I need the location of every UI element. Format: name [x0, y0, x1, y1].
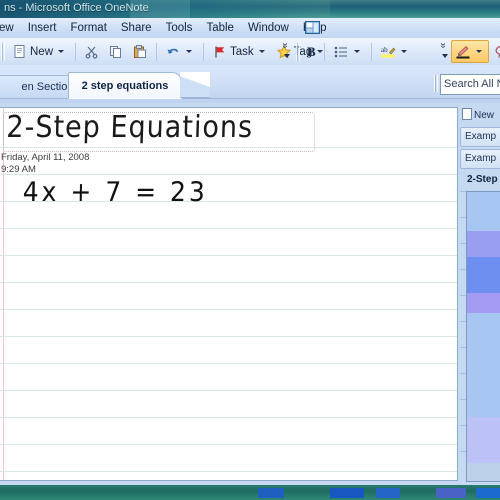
undo-arrow-icon — [167, 48, 179, 54]
page-date: Friday, April 11, 2008 — [1, 152, 90, 163]
search-input[interactable]: Search All N — [440, 74, 500, 95]
lasso-select-button[interactable] — [489, 40, 500, 63]
page-tab-band-1[interactable] — [466, 191, 500, 232]
highlight-chevron-down-icon[interactable] — [400, 50, 407, 53]
page-tab-band-7[interactable] — [466, 463, 500, 482]
toolbar-separator-2 — [156, 42, 158, 61]
paste-button[interactable] — [128, 40, 152, 63]
page-tab-example-2[interactable]: Examp — [460, 149, 500, 169]
new-page-icon — [14, 44, 25, 58]
toolbar-overflow-icon[interactable] — [282, 43, 293, 61]
new-page-button[interactable]: New — [460, 107, 500, 125]
undo-chevron-down-icon[interactable] — [186, 50, 193, 53]
equation-ink: 4x + 7 = 23 — [22, 176, 209, 208]
taskbar-chip-3[interactable] — [376, 488, 400, 498]
page-tab-example-1[interactable]: Examp — [460, 127, 500, 147]
toolbar-overflow-icon-2[interactable] — [440, 43, 451, 61]
page-canvas-area: 2-Step Equations Friday, April 11, 2008 … — [0, 103, 500, 485]
bold-button-label: B — [307, 43, 316, 59]
page-time: 9:29 AM — [1, 164, 36, 175]
copy-button[interactable] — [104, 40, 128, 63]
toolbar-separator-5 — [370, 42, 372, 61]
lasso-select-icon — [495, 45, 500, 58]
menu-item-table[interactable]: Table — [199, 20, 241, 36]
taskbar-chip-1[interactable] — [258, 488, 284, 498]
bold-button[interactable]: B — [303, 40, 320, 63]
page-tab-band-6[interactable] — [466, 417, 500, 463]
window-title-bar: ns - Microsoft Office OneNote — [0, 0, 500, 18]
new-page-label: New — [474, 110, 495, 121]
taskbar-chip-4[interactable] — [436, 488, 466, 498]
pen-icon — [456, 45, 470, 58]
svg-text:ab: ab — [381, 46, 388, 54]
paste-icon — [134, 44, 147, 58]
new-page-doc-icon — [462, 108, 472, 120]
undo-button[interactable] — [161, 40, 199, 63]
toolbar-grip-left[interactable] — [1, 42, 5, 61]
chevron-down-icon[interactable] — [58, 50, 65, 53]
text-highlight-icon: ab — [380, 46, 396, 57]
os-taskbar[interactable] — [0, 485, 500, 500]
window-restore-icon[interactable] — [305, 21, 320, 34]
new-button[interactable]: New — [8, 40, 71, 63]
scissors-icon — [85, 46, 98, 59]
pen-button[interactable] — [451, 40, 489, 63]
copy-icon — [110, 45, 122, 58]
taskbar-chip-5[interactable] — [476, 488, 500, 498]
menu-item-format[interactable]: Format — [63, 20, 113, 36]
page-tab-band-5[interactable] — [466, 313, 500, 417]
task-button[interactable]: Task — [208, 40, 272, 63]
cut-button[interactable] — [80, 40, 104, 63]
toolbar-separator-4 — [323, 42, 325, 61]
bullets-chevron-down-icon[interactable] — [353, 50, 360, 53]
toolbar-separator-3 — [203, 42, 205, 61]
section-tab-2-step-equations[interactable]: 2 step equations — [68, 72, 182, 99]
section-tab-strip: en Sectio... 2 step equations Search All… — [0, 65, 500, 103]
page-tab-band-2[interactable] — [466, 231, 500, 257]
menu-item-tools[interactable]: Tools — [159, 20, 200, 36]
red-flag-icon — [215, 46, 225, 57]
bullets-button[interactable] — [329, 40, 367, 63]
window-title: ns - Microsoft Office OneNote — [4, 2, 149, 14]
main-toolbar: New Task Tag » B ab » — [0, 38, 500, 66]
menu-item-share[interactable]: Share — [114, 20, 159, 36]
new-button-label: New — [30, 45, 54, 58]
bullet-list-icon — [334, 46, 347, 57]
pen-chevron-down-icon[interactable] — [476, 50, 482, 53]
task-chevron-down-icon[interactable] — [258, 50, 265, 53]
search-bar-grip[interactable] — [434, 75, 438, 92]
page-tabs-panel: New Examp Examp 2-Step — [460, 107, 500, 482]
menu-item-insert[interactable]: Insert — [21, 20, 64, 36]
task-button-label: Task — [230, 45, 254, 58]
menu-bar: ew Insert Format Share Tools Table Windo… — [0, 18, 500, 39]
menu-item-window[interactable]: Window — [241, 20, 296, 36]
page-tab-band-4[interactable] — [466, 293, 500, 313]
page-tab-2-step[interactable]: 2-Step — [460, 171, 500, 189]
menu-item-view[interactable]: ew — [0, 20, 21, 36]
note-page[interactable]: 2-Step Equations Friday, April 11, 2008 … — [0, 107, 458, 481]
toolbar-grip-formatting[interactable] — [296, 42, 300, 61]
highlight-button[interactable]: ab — [376, 40, 414, 63]
onenote-window: ns - Microsoft Office OneNote ew Insert … — [0, 0, 500, 500]
page-tab-band-3[interactable] — [466, 257, 500, 293]
toolbar-separator-1 — [75, 42, 77, 61]
page-title-ink: 2-Step Equations — [5, 110, 254, 145]
taskbar-chip-2[interactable] — [330, 488, 364, 498]
tab-slope-decoration — [180, 72, 210, 98]
